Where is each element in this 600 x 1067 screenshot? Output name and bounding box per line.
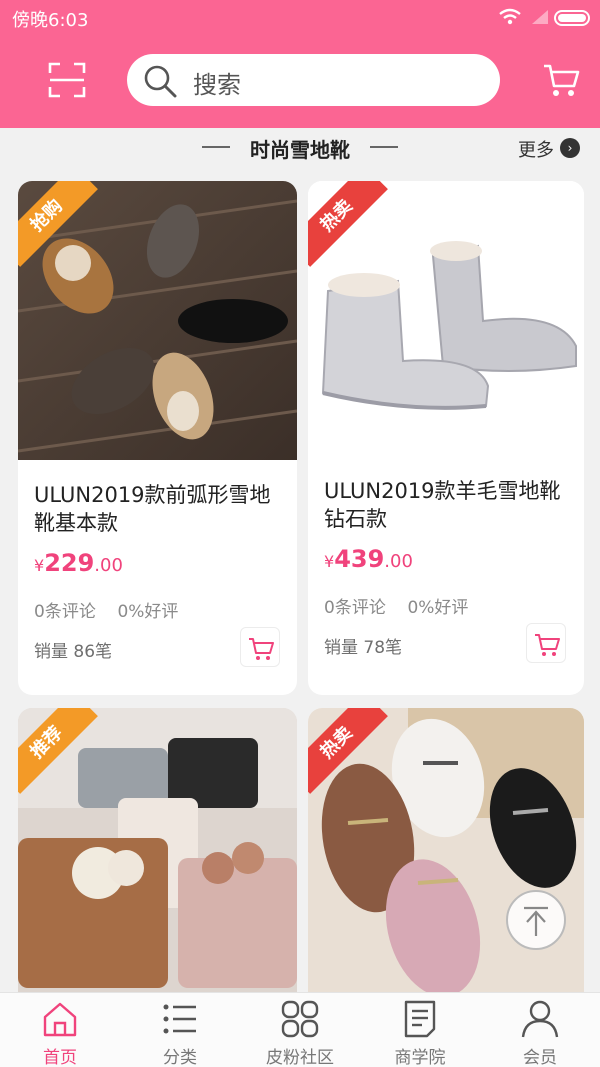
cart-icon[interactable] [542,62,580,98]
cart-icon [535,634,560,656]
product-name[interactable]: ULUN2019款前弧形雪地靴基本款 [34,481,277,537]
tab-category[interactable]: 分类 [120,993,240,1067]
search-input[interactable]: 搜索 [127,54,500,106]
document-icon [404,1000,436,1038]
tab-label: 商学院 [394,1048,446,1067]
price-currency: ¥ [324,552,335,571]
price-integer: 229 [44,549,95,577]
section-header: 时尚雪地靴 更多 › [0,130,600,166]
positive-rate: 0%好评 [117,602,179,622]
product-image[interactable]: 热卖 [308,181,584,457]
list-icon [163,1004,196,1034]
header-bar: 傍晚6:03 搜索 [0,0,600,128]
wifi-icon [499,8,521,25]
review-info: 0条评论 0%好评 [34,597,178,622]
product-price: ¥439.00 [324,545,413,573]
search-icon [144,65,177,98]
product-card[interactable]: 热卖 ULUN2019款羊毛雪地靴钻石款 ¥439.00 0条评论 0%好评 销… [308,181,584,695]
tab-label: 皮粉社区 [266,1048,334,1067]
product-image[interactable]: 抢购 [18,181,297,460]
tab-label: 会员 [523,1048,557,1067]
cart-icon [249,638,274,660]
user-icon [521,1000,559,1038]
status-bar: 傍晚6:03 [0,0,600,36]
price-decimal: .00 [94,555,123,576]
sales-count: 销量 86笔 [34,642,113,662]
product-image[interactable]: 推荐 [18,708,297,1008]
price-decimal: .00 [384,551,413,572]
price-currency: ¥ [34,556,45,575]
more-link[interactable]: 更多 [518,136,554,162]
divider [370,146,398,148]
product-card[interactable]: 热卖 [308,708,584,1008]
review-count: 0条评论 [324,598,386,618]
scan-icon[interactable] [48,62,86,98]
product-name[interactable]: ULUN2019款羊毛雪地靴钻石款 [324,477,564,533]
add-to-cart-button[interactable] [240,627,280,667]
tab-home[interactable]: 首页 [0,993,120,1067]
tab-label: 首页 [43,1048,77,1067]
product-card[interactable]: 抢购 ULUN2019款前弧形雪地靴基本款 ¥229.00 0条评论 0%好评 … [18,181,297,695]
product-card[interactable]: 推荐 [18,708,297,1008]
battery-icon [554,10,590,26]
tab-member[interactable]: 会员 [480,993,600,1067]
price-integer: 439 [334,545,385,573]
review-info: 0条评论 0%好评 [324,593,468,618]
tab-label: 分类 [163,1048,197,1067]
product-image[interactable]: 热卖 [308,708,584,1008]
arrow-up-icon [524,906,548,936]
search-placeholder: 搜索 [193,71,241,99]
review-count: 0条评论 [34,602,96,622]
back-to-top-button[interactable] [506,890,566,950]
section-title: 时尚雪地靴 [250,138,350,162]
home-icon [43,1002,77,1037]
sales-count: 销量 78笔 [324,638,403,658]
community-icon [281,1000,319,1038]
add-to-cart-button[interactable] [526,623,566,663]
product-price: ¥229.00 [34,549,123,577]
tab-community[interactable]: 皮粉社区 [240,993,360,1067]
signal-icon [532,10,548,24]
tab-academy[interactable]: 商学院 [360,993,480,1067]
chevron-right-icon[interactable]: › [560,138,580,158]
status-time: 傍晚6:03 [12,10,89,31]
positive-rate: 0%好评 [407,598,469,618]
bottom-tab-bar: 首页 分类 皮粉社区 商学院 会员 [0,992,600,1067]
